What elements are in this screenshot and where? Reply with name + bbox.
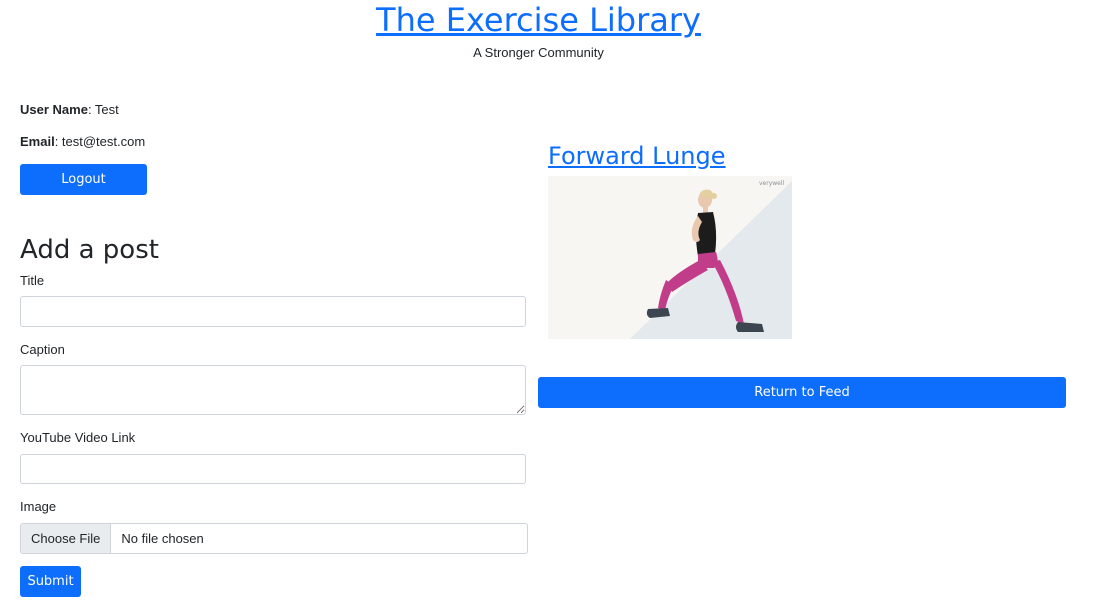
return-to-feed-button[interactable]: Return to Feed [538,377,1066,408]
logout-button[interactable]: Logout [20,164,147,195]
email-label: Email [20,134,55,149]
file-status-text: No file chosen [121,531,204,546]
email-row: Email: test@test.com [20,133,145,151]
exercise-image: verywell [548,176,792,339]
post-title-link[interactable]: Forward Lunge [548,141,726,171]
image-file-input[interactable]: Choose File No file chosen [20,523,528,554]
image-label: Image [20,499,57,514]
caption-label: Caption [20,342,65,357]
image-watermark: verywell [759,180,785,187]
user-name-label: User Name [20,102,88,117]
add-post-heading: Add a post [20,235,159,265]
submit-button[interactable]: Submit [20,566,81,597]
choose-file-button[interactable]: Choose File [21,524,112,553]
site-tagline: A Stronger Community [473,45,604,60]
title-input[interactable] [20,296,526,327]
youtube-link-input[interactable] [20,454,526,484]
user-name-value: : Test [87,102,119,117]
youtube-label: YouTube Video Link [20,430,136,445]
site-title-link[interactable]: The Exercise Library [0,0,1077,40]
caption-textarea[interactable] [20,365,526,415]
title-label: Title [20,273,45,288]
email-value: : test@test.com [54,134,146,149]
user-name-row: User Name: Test [20,101,119,119]
